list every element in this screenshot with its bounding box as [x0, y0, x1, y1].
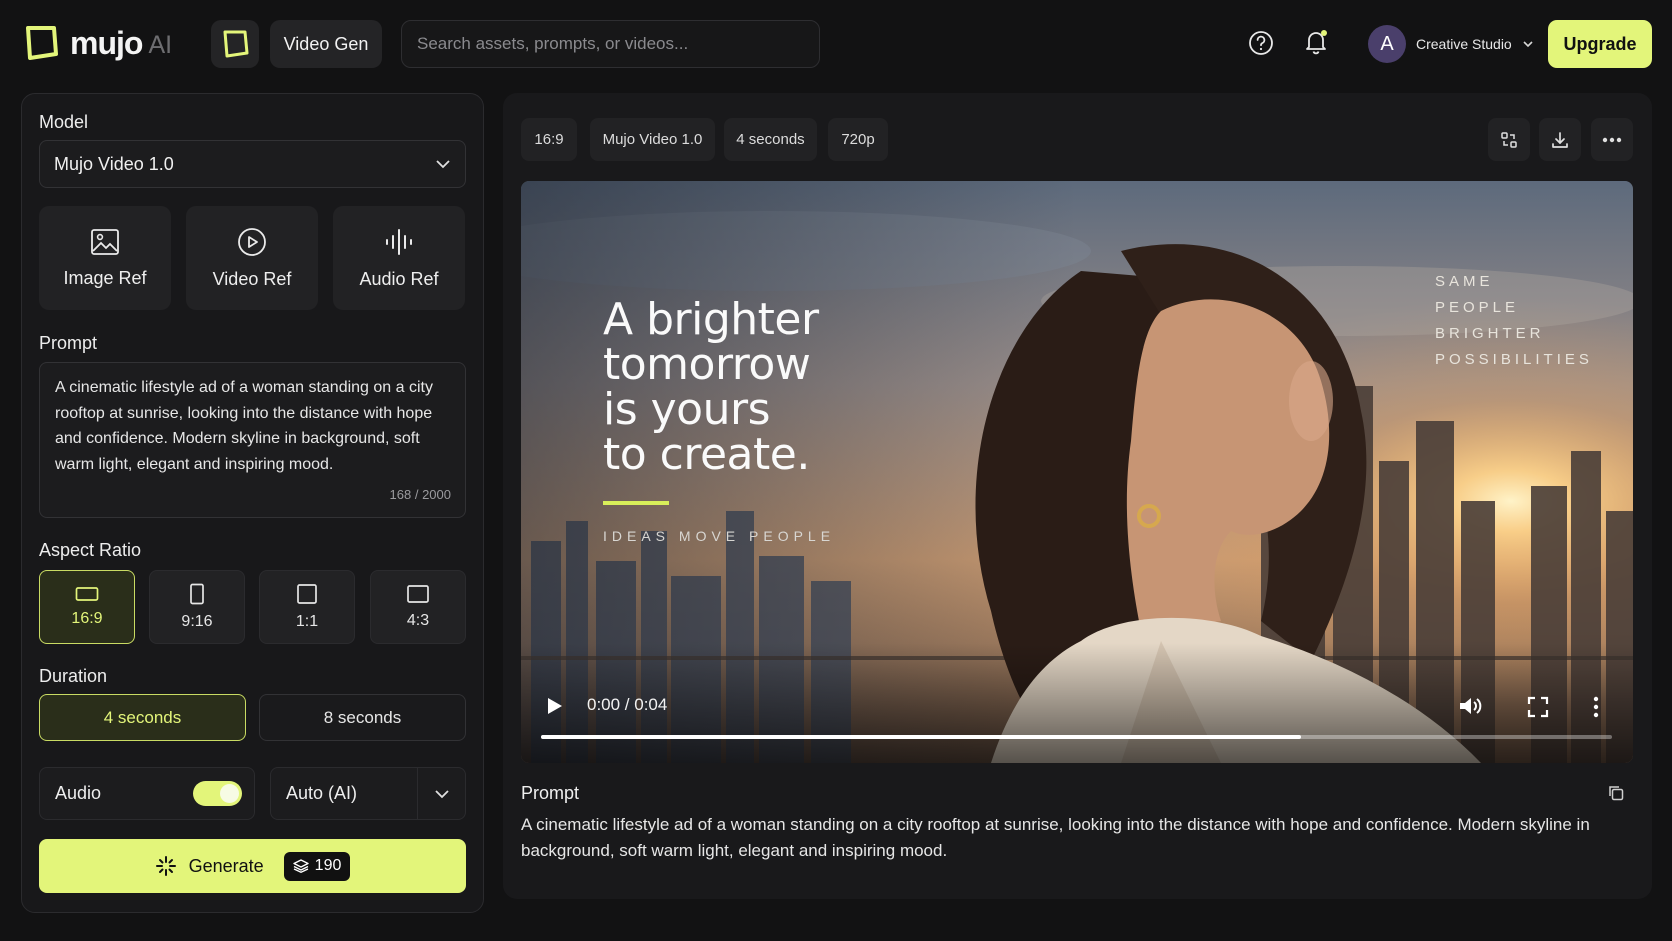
image-ref-button[interactable]: Image Ref: [39, 206, 171, 310]
download-icon: [1552, 131, 1568, 148]
download-button[interactable]: [1539, 118, 1581, 161]
aspect-label: 9:16: [181, 613, 213, 630]
layers-icon: [292, 859, 309, 873]
square-icon: [297, 584, 317, 604]
video-ref-label: Video Ref: [212, 268, 292, 289]
aspect-4-3-button[interactable]: 4:3: [370, 570, 466, 644]
video-time: 0:00 / 0:04: [587, 695, 668, 714]
char-count: 168 / 2000: [389, 487, 451, 502]
bell-icon: [1306, 30, 1327, 55]
prompt-label: Prompt: [39, 333, 98, 353]
help-icon: [1249, 31, 1273, 55]
audio-label: Audio: [55, 783, 102, 803]
audio-mode-value: Auto (AI): [286, 783, 358, 803]
chip-aspect: 16:9: [521, 118, 577, 161]
copy-prompt-button[interactable]: [1607, 784, 1627, 804]
output-prompt-label: Prompt: [521, 783, 580, 803]
generate-label: Generate: [188, 855, 264, 876]
aspect-ratio-label: Aspect Ratio: [39, 540, 142, 560]
upgrade-button[interactable]: Upgrade: [1548, 20, 1652, 68]
video-tagline: IDEAS MOVE PEOPLE: [603, 528, 836, 544]
more-options-button[interactable]: [1591, 118, 1633, 161]
credit-count: 190: [314, 857, 342, 874]
portrait-icon: [190, 583, 204, 605]
audio-mode-select[interactable]: Auto (AI): [270, 767, 466, 820]
chevron-down-icon: [434, 789, 449, 798]
workspace-menu[interactable]: A Creative Studio: [1368, 24, 1534, 64]
waveform-icon: [386, 228, 412, 255]
chevron-down-icon: [1523, 41, 1533, 48]
workspace-name: Creative Studio: [1416, 36, 1512, 52]
generate-button[interactable]: Generate 190: [39, 839, 466, 893]
model-value: Mujo Video 1.0: [54, 153, 174, 174]
model-select[interactable]: Mujo Video 1.0: [39, 140, 466, 188]
help-button[interactable]: [1246, 28, 1276, 58]
image-ref-label: Image Ref: [63, 267, 147, 288]
play-circle-icon: [238, 227, 266, 256]
video-player[interactable]: A brighter tomorrow is yours to create. …: [521, 181, 1633, 763]
landscape-icon: [407, 585, 429, 603]
swap-icon: [1501, 131, 1517, 148]
logo-mark-icon: [26, 26, 58, 60]
duration-4s-button[interactable]: 4 seconds: [39, 694, 246, 741]
aspect-16-9-button[interactable]: 16:9: [39, 570, 135, 644]
volume-icon[interactable]: [1457, 694, 1483, 718]
play-icon[interactable]: [543, 695, 565, 717]
model-label: Model: [39, 112, 89, 132]
chip-resolution: 720p: [828, 118, 888, 161]
video-ref-button[interactable]: Video Ref: [186, 206, 318, 310]
audio-mode-dropdown[interactable]: [417, 768, 465, 819]
aspect-9-16-button[interactable]: 9:16: [149, 570, 245, 644]
sparkle-icon: [155, 856, 176, 876]
avatar: A: [1368, 25, 1406, 63]
audio-setting: Audio: [39, 767, 255, 820]
chip-model: Mujo Video 1.0: [590, 118, 715, 161]
prompt-textarea[interactable]: A cinematic lifestyle ad of a woman stan…: [39, 362, 466, 518]
headline-accent-bar: [603, 501, 669, 505]
aspect-label: 16:9: [71, 610, 103, 627]
notification-dot: [1321, 30, 1327, 36]
audio-toggle[interactable]: [193, 781, 242, 806]
audio-ref-button[interactable]: Audio Ref: [333, 206, 465, 310]
video-progress-fill: [541, 735, 1302, 739]
duration-label: Duration: [39, 666, 108, 686]
duration-8s-button[interactable]: 8 seconds: [259, 694, 466, 741]
aspect-label: 1:1: [295, 613, 319, 630]
brand-name: mujo: [70, 24, 143, 61]
notifications-button[interactable]: [1300, 26, 1332, 58]
video-progress-bar[interactable]: [541, 735, 1612, 739]
landscape-icon: [75, 587, 99, 601]
logo-mark-icon: [223, 30, 249, 58]
search-input[interactable]: [401, 20, 820, 68]
prompt-text: A cinematic lifestyle ad of a woman stan…: [55, 379, 433, 473]
more-vertical-icon[interactable]: [1591, 695, 1601, 719]
tab-video-gen[interactable]: Video Gen: [270, 20, 382, 68]
app-switcher-button[interactable]: [211, 20, 259, 68]
brand-suffix: AI: [148, 30, 173, 59]
chevron-down-icon: [436, 160, 450, 169]
output-prompt-text: A cinematic lifestyle ad of a woman stan…: [521, 815, 1590, 860]
fullscreen-icon[interactable]: [1527, 696, 1549, 718]
credit-badge: 190: [283, 851, 351, 881]
copy-icon: [1609, 786, 1624, 801]
brand-logo[interactable]: mujo AI: [22, 22, 172, 64]
aspect-1-1-button[interactable]: 1:1: [259, 570, 355, 644]
video-headline: A brighter tomorrow is yours to create.: [603, 294, 819, 480]
aspect-label: 4:3: [406, 612, 430, 629]
compare-button[interactable]: [1488, 118, 1530, 161]
image-icon: [91, 228, 119, 255]
more-horizontal-icon: [1602, 137, 1622, 142]
video-side-words: SAME PEOPLE BRIGHTER POSSIBILITIES: [1435, 273, 1593, 368]
audio-ref-label: Audio Ref: [359, 268, 439, 289]
chip-duration: 4 seconds: [724, 118, 817, 161]
